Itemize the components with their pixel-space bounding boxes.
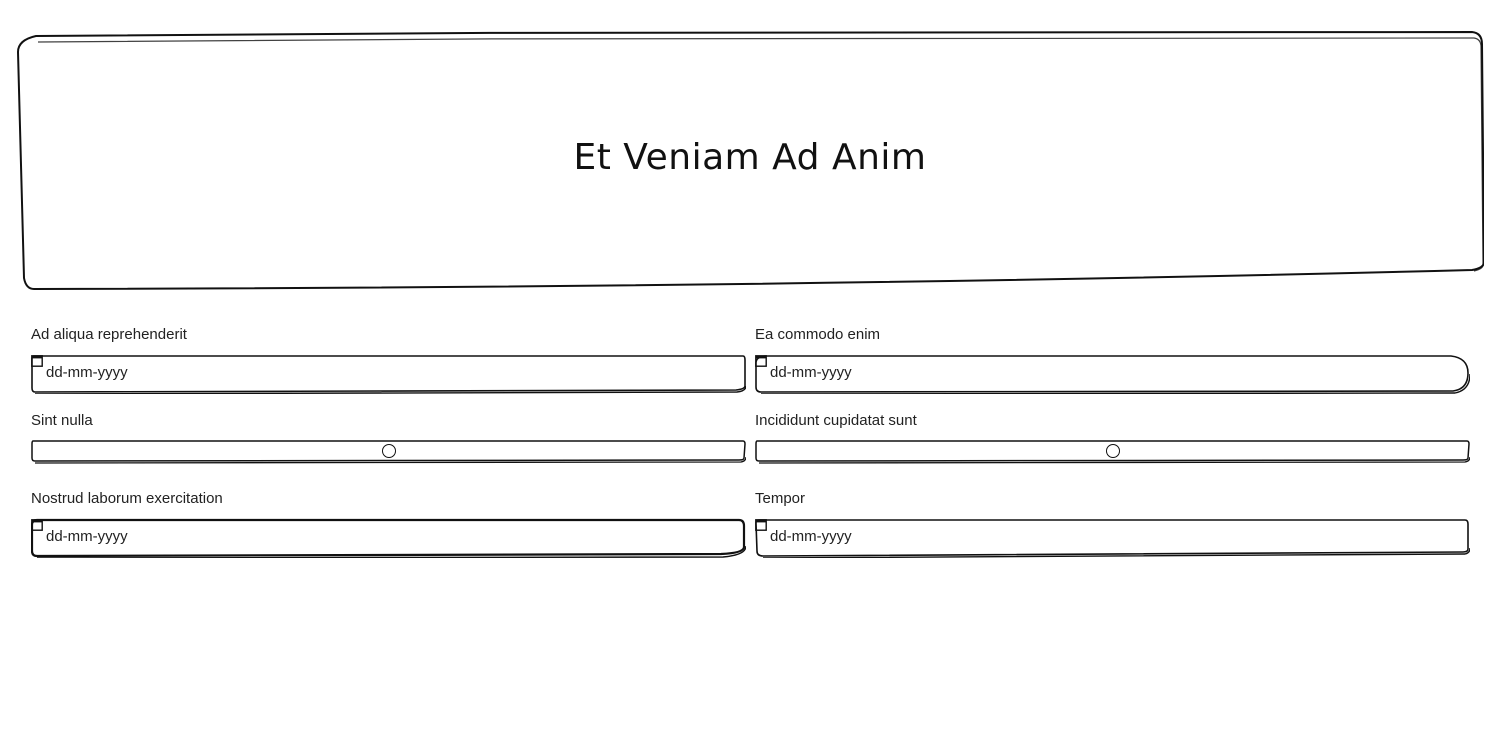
field-nostrud: Nostrud laborum exercitation dd-mm-yyyy — [31, 488, 746, 558]
field-label: Ea commodo enim — [755, 326, 881, 343]
calendar-icon[interactable] — [31, 518, 43, 531]
field-ea-commodo: Ea commodo enim dd-mm-yyyy — [755, 324, 1470, 394]
date-placeholder: dd-mm-yyyy — [770, 364, 852, 381]
calendar-icon[interactable] — [755, 518, 767, 531]
field-tempor: Tempor dd-mm-yyyy — [755, 488, 1470, 558]
date-input[interactable]: dd-mm-yyyy — [755, 354, 1470, 394]
field-incididunt: Incididunt cupidatat sunt — [755, 410, 1470, 465]
field-sint-nulla: Sint nulla — [31, 410, 746, 465]
date-placeholder: dd-mm-yyyy — [770, 528, 852, 545]
field-ad-aliqua: Ad aliqua reprehenderit dd-mm-yyyy — [31, 324, 746, 394]
date-placeholder: dd-mm-yyyy — [46, 364, 128, 381]
field-label: Tempor — [755, 490, 806, 507]
range-slider[interactable] — [755, 439, 1470, 465]
calendar-icon[interactable] — [31, 354, 43, 367]
field-label: Ad aliqua reprehenderit — [31, 326, 187, 343]
field-label: Incididunt cupidatat sunt — [755, 412, 917, 429]
field-label: Nostrud laborum exercitation — [31, 490, 223, 507]
hero-card: Et Veniam Ad Anim — [16, 30, 1484, 292]
page-title: Et Veniam Ad Anim — [573, 136, 927, 178]
calendar-icon[interactable] — [755, 354, 767, 367]
date-placeholder: dd-mm-yyyy — [46, 528, 128, 545]
date-input[interactable]: dd-mm-yyyy — [31, 518, 746, 558]
date-input[interactable]: dd-mm-yyyy — [755, 518, 1470, 558]
range-slider[interactable] — [31, 439, 746, 465]
date-input[interactable]: dd-mm-yyyy — [31, 354, 746, 394]
slider-thumb[interactable] — [1105, 444, 1120, 458]
field-label: Sint nulla — [31, 412, 93, 429]
slider-thumb[interactable] — [381, 444, 396, 458]
